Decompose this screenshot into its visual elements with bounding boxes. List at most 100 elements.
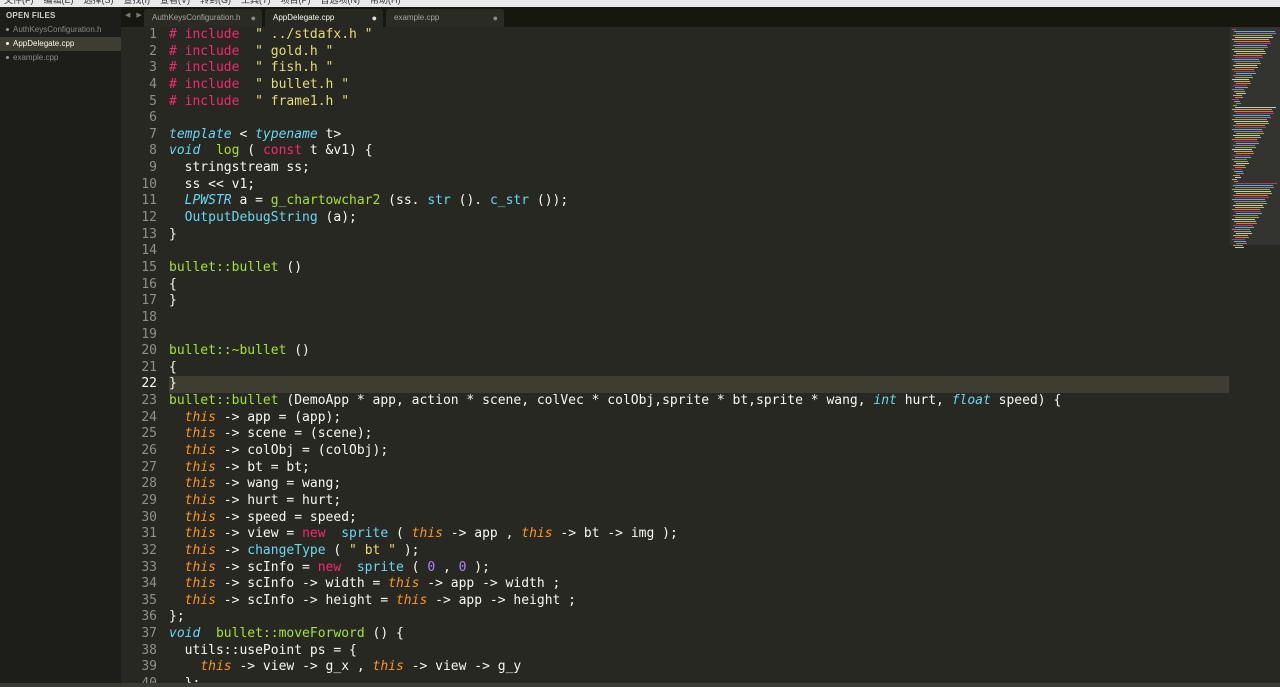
code-line[interactable]: ss << v1; <box>169 177 1229 194</box>
line-number: 17 <box>141 293 157 309</box>
code-line[interactable]: # include " gold.h " <box>169 44 1229 61</box>
code-token: int <box>873 393 897 409</box>
menu-item-4[interactable]: 查看(V) <box>160 0 190 5</box>
code-token: -> scInfo -> width = <box>215 576 389 592</box>
code-token: -> wang = wang; <box>215 476 342 492</box>
minimap[interactable] <box>1230 27 1280 683</box>
code-line[interactable]: # include " bullet.h " <box>169 77 1229 94</box>
code-line[interactable]: this -> view = new sprite ( this -> app … <box>169 526 1229 543</box>
code-token: bullet::moveForword <box>215 626 365 642</box>
code-token: ( <box>403 559 428 575</box>
code-line[interactable]: this -> bt = bt; <box>169 460 1229 477</box>
code-token: () <box>286 343 310 359</box>
menu-item-0[interactable]: 文件(F) <box>4 0 34 5</box>
code-line[interactable]: template < typename t> <box>169 127 1229 144</box>
code-line[interactable]: this -> scInfo -> height = this -> app -… <box>169 593 1229 610</box>
code-token: stringstream ss; <box>169 160 310 176</box>
code-token: this <box>184 426 216 442</box>
code-token: }; <box>169 676 201 683</box>
code-line[interactable]: } <box>169 293 1229 310</box>
tab-close-icon[interactable]: ● <box>493 9 498 27</box>
code-token: -> app , <box>442 526 522 542</box>
tab-close-icon[interactable]: ● <box>372 9 377 27</box>
code-line[interactable]: # include " ../stdafx.h " <box>169 27 1229 44</box>
code-line[interactable] <box>169 110 1229 127</box>
menu-item-9[interactable]: 帮助(H) <box>370 0 401 5</box>
code-line[interactable] <box>169 310 1229 327</box>
tab-appdelegate-cpp[interactable]: AppDelegate.cpp ● <box>265 9 383 27</box>
code-line[interactable]: this -> scInfo -> width = this -> app ->… <box>169 576 1229 593</box>
code-line[interactable]: bullet::~bullet () <box>169 343 1229 360</box>
code-token: this <box>372 659 404 675</box>
code-line[interactable] <box>169 243 1229 260</box>
line-number: 31 <box>141 526 157 542</box>
open-files-list: AuthKeysConfiguration.h AppDelegate.cpp ex… <box>0 23 121 65</box>
code-line[interactable]: this -> view -> g_x , this -> view -> g_… <box>169 659 1229 676</box>
code-line[interactable]: this -> hurt = hurt; <box>169 493 1229 510</box>
menu-item-2[interactable]: 选择(S) <box>84 0 114 5</box>
sidebar-file-authkeysconfiguration-h[interactable]: AuthKeysConfiguration.h <box>0 23 121 37</box>
code-token: float <box>951 393 991 409</box>
sidebar-file-appdelegate-cpp[interactable]: AppDelegate.cpp <box>0 37 121 51</box>
code-token: }; <box>169 609 185 625</box>
line-number: 39 <box>141 659 157 675</box>
code-token: void <box>169 143 201 159</box>
sidebar-file-example-cpp[interactable]: example.cpp <box>0 51 121 65</box>
code-token: this <box>184 542 216 558</box>
code-token: ()); <box>529 193 569 209</box>
code-editor[interactable]: 1 2 3 4 5 6 7 8 9 10 11 12 13 14 15 16 17 18 19 20 21 22 23 24 2… <box>121 27 1230 683</box>
menu-item-5[interactable]: 转到(G) <box>200 0 231 5</box>
line-number: 33 <box>141 559 157 575</box>
menu-item-6[interactable]: 工具(T) <box>241 0 271 5</box>
line-number: 22 <box>141 376 157 392</box>
tab-example-cpp[interactable]: example.cpp ● <box>386 9 504 27</box>
code-line[interactable]: this -> app = (app); <box>169 410 1229 427</box>
code-line[interactable]: stringstream ss; <box>169 160 1229 177</box>
code-line[interactable]: { <box>169 277 1229 294</box>
menu-item-1[interactable]: 编辑(E) <box>44 0 74 5</box>
code-line[interactable]: this -> wang = wang; <box>169 476 1229 493</box>
code-token: this <box>521 526 553 542</box>
code-line[interactable]: } <box>169 376 1229 394</box>
code-line[interactable]: }; <box>169 609 1229 626</box>
menu-item-8[interactable]: 首选项(N) <box>321 0 361 5</box>
code-line[interactable]: this -> colObj = (colObj); <box>169 443 1229 460</box>
code-line[interactable]: bullet::bullet () <box>169 260 1229 277</box>
code-line[interactable]: } <box>169 227 1229 244</box>
tab-bar: ◀ ▶ AuthKeysConfiguration.h ● AppDelegate.… <box>121 7 1280 27</box>
code-token: g_chartowchar2 <box>270 193 381 209</box>
code-line[interactable]: this -> scInfo = new sprite ( 0 , 0 ); <box>169 560 1229 577</box>
tab-authkeysconfiguration-h[interactable]: AuthKeysConfiguration.h ● <box>144 9 262 27</box>
code-line[interactable] <box>169 327 1229 344</box>
code-line[interactable]: void log ( const t &v1) { <box>169 143 1229 160</box>
code-line[interactable]: }; <box>169 676 1229 683</box>
code-token: (DemoApp * app, action * scene, colVec *… <box>278 393 874 409</box>
code-line[interactable]: void bullet::moveForword () { <box>169 626 1229 643</box>
code-line[interactable]: utils::usePoint ps = { <box>169 643 1229 660</box>
code-token: const <box>262 143 303 159</box>
code-line[interactable]: this -> changeType ( " bt " ); <box>169 543 1229 560</box>
code-line[interactable]: # include " fish.h " <box>169 60 1229 77</box>
code-line[interactable]: bullet::bullet (DemoApp * app, action * … <box>169 393 1229 410</box>
minimap-viewport[interactable] <box>1230 27 1280 245</box>
code-line[interactable]: OutputDebugString (a); <box>169 210 1229 227</box>
code-token: t> <box>317 126 342 142</box>
code-line[interactable]: LPWSTR a = g_chartowchar2 (ss. str (). c… <box>169 193 1229 210</box>
code-area[interactable]: # include " ../stdafx.h " # include " gol… <box>169 27 1229 683</box>
code-line[interactable]: { <box>169 360 1229 377</box>
code-line[interactable]: # include " frame1.h " <box>169 94 1229 111</box>
menu-item-3[interactable]: 查找(I) <box>124 0 151 5</box>
tab-close-icon[interactable]: ● <box>251 9 256 27</box>
code-line[interactable]: this -> scene = (scene); <box>169 426 1229 443</box>
line-number: 29 <box>141 492 157 508</box>
tab-nav-arrows[interactable]: ◀ ▶ <box>125 11 144 19</box>
code-token: -> view -> g_x , <box>231 659 373 675</box>
menu-item-7[interactable]: 项目(P) <box>281 0 311 5</box>
code-line[interactable]: this -> speed = speed; <box>169 510 1229 527</box>
